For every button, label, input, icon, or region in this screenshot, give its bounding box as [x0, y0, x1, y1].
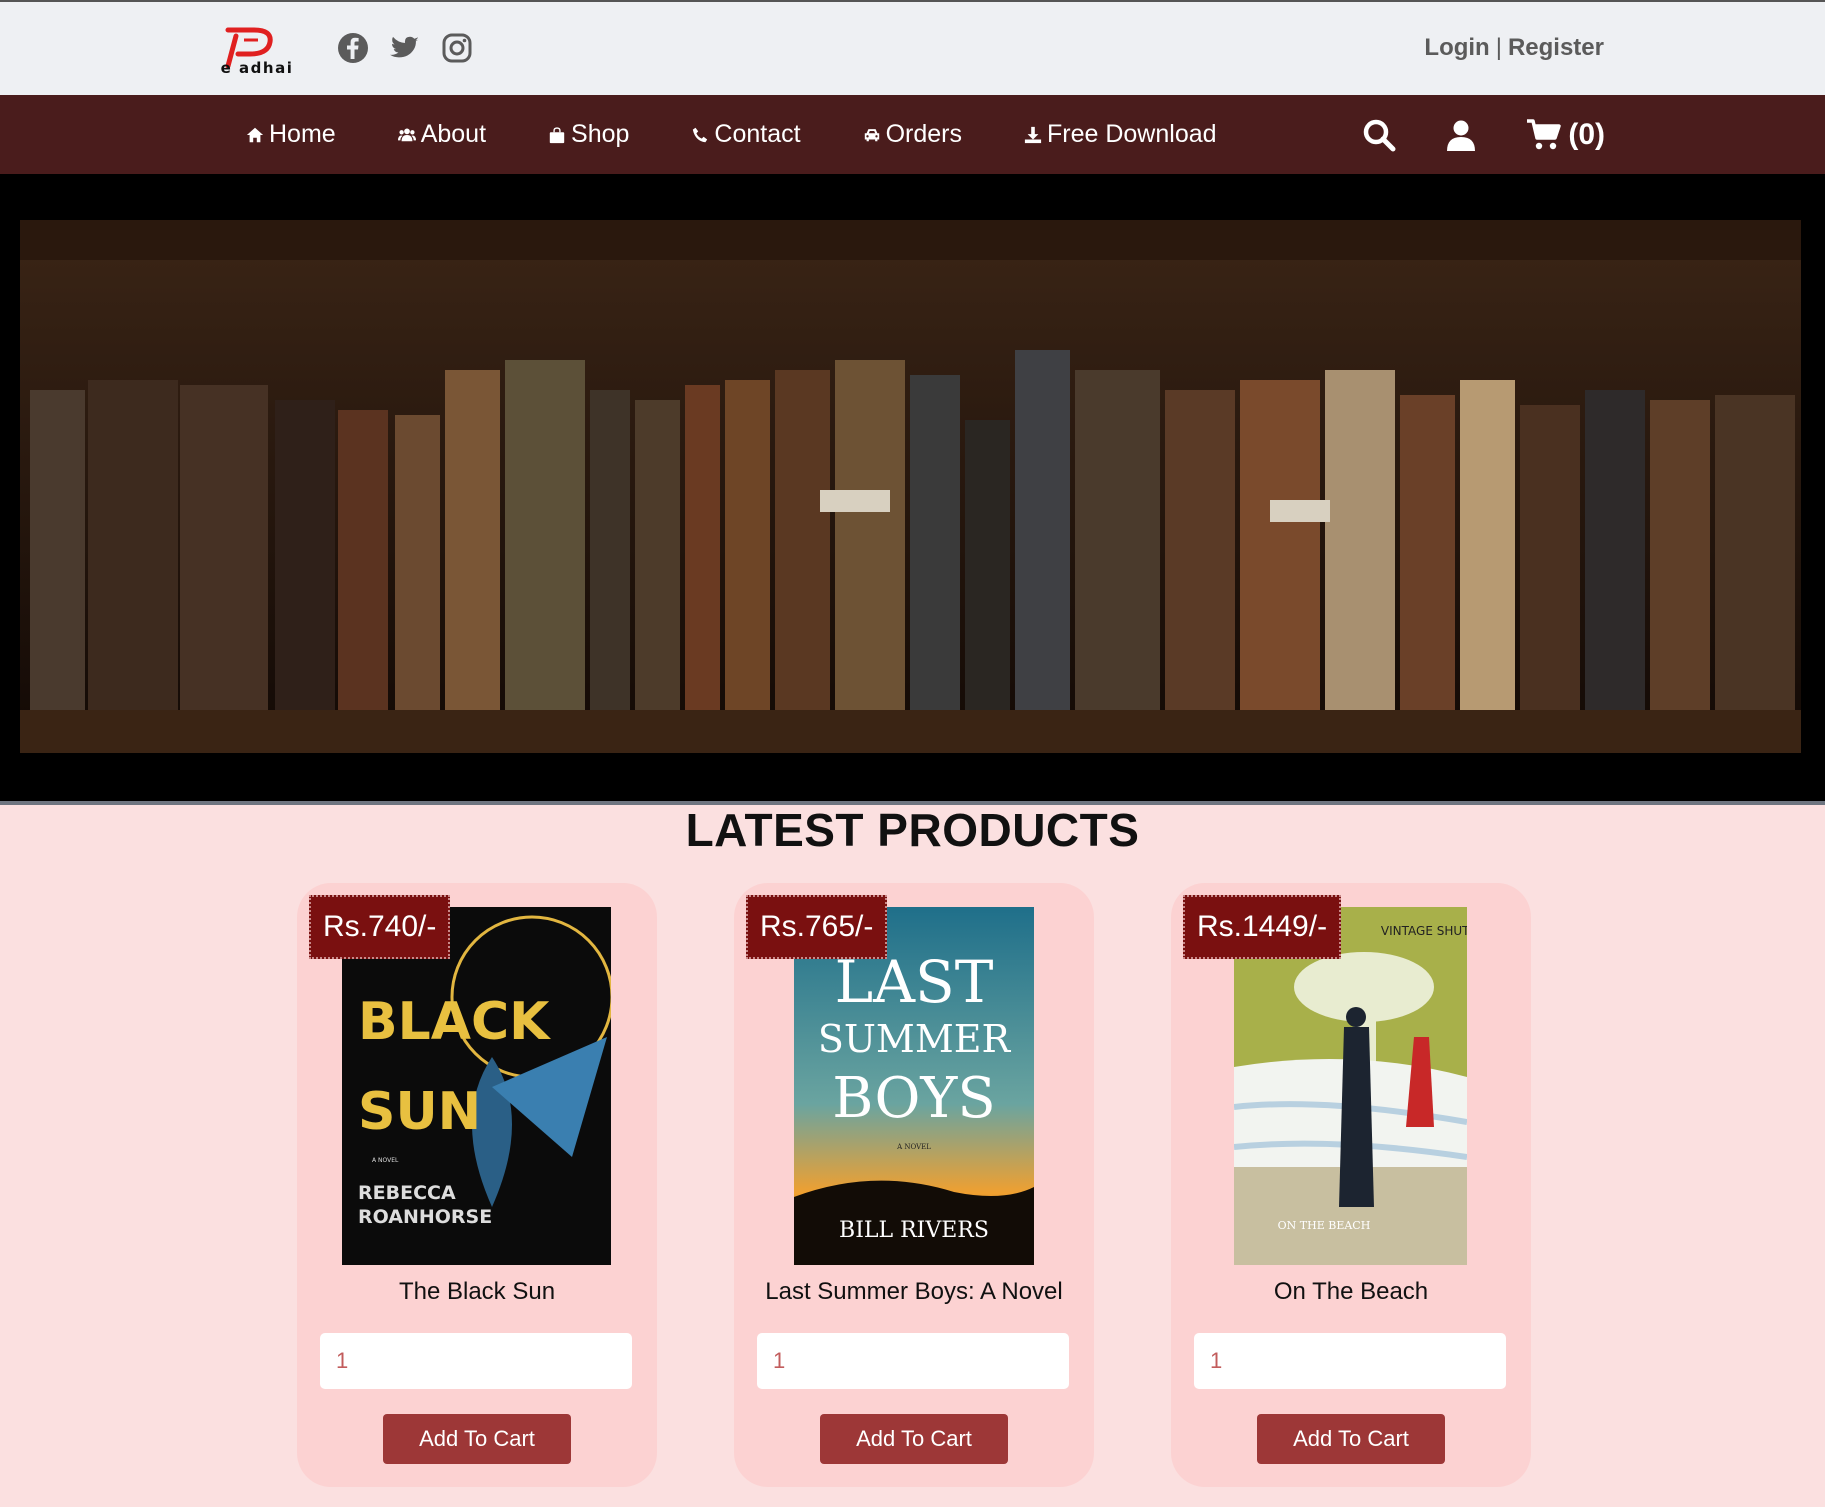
- product-card: Rs.765/- LAST SUMMER BOYS A NOVEL BILL R…: [734, 883, 1094, 1487]
- svg-text:BILL RIVERS: BILL RIVERS: [839, 1218, 989, 1243]
- product-title: Last Summer Boys: A Novel: [765, 1278, 1063, 1305]
- price-tag: Rs.1449/-: [1183, 895, 1342, 959]
- price-tag: Rs.765/-: [746, 895, 888, 959]
- nav-item-free-download[interactable]: Free Download: [1024, 120, 1217, 149]
- shopping-bag-icon: [549, 126, 565, 143]
- download-icon: [1024, 126, 1042, 143]
- svg-text:SUMMER: SUMMER: [818, 1017, 1012, 1061]
- hero-bookshelf-image: [20, 220, 1801, 753]
- nav-item-orders[interactable]: Orders: [863, 120, 962, 149]
- users-icon: [397, 128, 416, 141]
- svg-text:A NOVEL: A NOVEL: [372, 1157, 399, 1164]
- cover-art: BLACK SUN A NOVEL REBECCA ROANHORSE: [342, 907, 611, 1265]
- site-logo[interactable]: e adhai: [214, 26, 300, 77]
- phone-icon: [693, 127, 708, 142]
- product-title: On The Beach: [1273, 1278, 1429, 1305]
- nav-item-contact[interactable]: Contact: [691, 120, 801, 149]
- nav-item-home[interactable]: Home: [246, 120, 336, 149]
- svg-text:VINTAGE SHUTE: VINTAGE SHUTE: [1381, 924, 1467, 938]
- search-icon[interactable]: [1362, 118, 1396, 152]
- login-link[interactable]: Login: [1424, 34, 1489, 62]
- facebook-icon[interactable]: [337, 32, 369, 64]
- svg-text:ROANHORSE: ROANHORSE: [358, 1206, 492, 1228]
- svg-text:A NOVEL: A NOVEL: [896, 1143, 931, 1151]
- nav-label-home: Home: [269, 120, 336, 148]
- instagram-icon[interactable]: [441, 32, 473, 64]
- nav-menu: Home About Shop Contact Orders Free Down…: [246, 95, 1217, 174]
- home-icon: [246, 127, 264, 142]
- nav-label-free-download: Free Download: [1047, 120, 1217, 148]
- auth-links: Login | Register: [1424, 34, 1604, 62]
- nav-label-about: About: [420, 120, 487, 148]
- product-title: The Black Sun: [398, 1278, 556, 1305]
- quantity-input[interactable]: [1194, 1333, 1506, 1389]
- nav-label-orders: Orders: [885, 120, 962, 148]
- hero-banner: [0, 174, 1825, 801]
- section-title: LATEST PRODUCTS: [685, 804, 1140, 856]
- quantity-input[interactable]: [757, 1333, 1069, 1389]
- cover-art: VINTAGE SHUTE ON THE BEACH: [1234, 907, 1467, 1265]
- svg-text:ON THE BEACH: ON THE BEACH: [1278, 1219, 1371, 1232]
- nav-label-shop: Shop: [571, 120, 630, 148]
- car-icon: [864, 128, 879, 141]
- book-cover-image[interactable]: BLACK SUN A NOVEL REBECCA ROANHORSE: [342, 907, 611, 1265]
- social-links: [337, 32, 473, 68]
- nav-label-contact: Contact: [714, 120, 801, 148]
- nav-item-shop[interactable]: Shop: [548, 120, 629, 149]
- book-cover-image[interactable]: VINTAGE SHUTE ON THE BEACH: [1234, 907, 1467, 1265]
- svg-text:REBECCA: REBECCA: [358, 1182, 456, 1204]
- user-icon[interactable]: [1444, 118, 1478, 152]
- svg-text:SUN: SUN: [358, 1082, 481, 1142]
- auth-separator: |: [1495, 34, 1502, 61]
- cart-icon: [1527, 118, 1562, 149]
- top-header: e adhai Login | Register: [0, 0, 1825, 95]
- add-to-cart-button[interactable]: Add To Cart: [383, 1414, 571, 1464]
- price-tag: Rs.740/-: [309, 895, 451, 959]
- register-link[interactable]: Register: [1508, 34, 1604, 62]
- product-card: Rs.1449/- VINTAGE SHUTE ON THE BEACH On …: [1171, 883, 1531, 1487]
- quantity-input[interactable]: [320, 1333, 632, 1389]
- product-card: Rs.740/- BLACK SUN A NOVEL REBECCA ROANH…: [297, 883, 657, 1487]
- nav-actions: (0): [1362, 95, 1605, 174]
- twitter-icon[interactable]: [389, 32, 421, 64]
- logo-text: e adhai: [220, 59, 294, 77]
- cart-button[interactable]: (0): [1526, 118, 1605, 152]
- nav-item-about[interactable]: About: [397, 120, 487, 149]
- main-navbar: Home About Shop Contact Orders Free Down…: [0, 95, 1825, 174]
- cover-art: LAST SUMMER BOYS A NOVEL BILL RIVERS: [794, 907, 1034, 1265]
- svg-text:BOYS: BOYS: [832, 1066, 995, 1131]
- svg-text:BLACK: BLACK: [358, 992, 551, 1052]
- cart-count: (0): [1568, 117, 1605, 151]
- book-cover-image[interactable]: LAST SUMMER BOYS A NOVEL BILL RIVERS: [794, 907, 1034, 1265]
- add-to-cart-button[interactable]: Add To Cart: [1257, 1414, 1445, 1464]
- bookshelf-illustration: [20, 220, 1801, 753]
- add-to-cart-button[interactable]: Add To Cart: [820, 1414, 1008, 1464]
